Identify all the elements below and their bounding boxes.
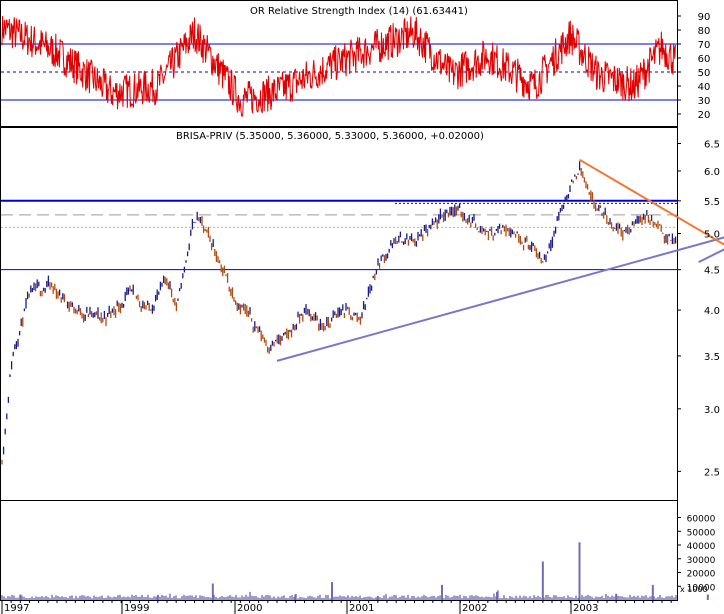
price-tick-label: 6.0 <box>704 167 720 178</box>
price-tick-label: 4.0 <box>704 306 720 317</box>
rsi-title: OR Relative Strength Index (14) (61.6344… <box>250 6 468 17</box>
rsi-tick-label: 70 <box>698 40 711 51</box>
year-label: 2003 <box>573 603 598 614</box>
rsi-tick-label: 50 <box>698 68 711 79</box>
rsi-tick-label: 60 <box>698 54 711 65</box>
year-label: 2002 <box>462 603 487 614</box>
price-series-layer: 2.5 3.0 3.5 4.0 4.5 5.0 5.5 6.0 6.5 <box>1 139 724 478</box>
price-tick-label: 6.5 <box>704 139 720 150</box>
trendline-resistance <box>578 158 724 246</box>
price-tick-label: 4.5 <box>704 266 720 277</box>
price-tick-label: 5.0 <box>704 230 720 241</box>
price-tick-label: 2.5 <box>704 467 720 478</box>
year-label: 2001 <box>349 603 374 614</box>
volume-tick-label: 20000 <box>687 570 716 580</box>
year-label: 2000 <box>237 603 262 614</box>
rsi-series-layer: 20 30 40 50 60 70 80 90 <box>1 12 710 121</box>
axis-layer: 1997 1999 2000 2001 2002 2003 <box>1 600 672 614</box>
volume-tick-label: 10000 <box>687 583 716 593</box>
rsi-tick-label: 90 <box>698 12 711 23</box>
rsi-tick-label: 80 <box>698 26 711 37</box>
price-tick-label: 3.5 <box>704 352 720 363</box>
rsi-tick-label: 30 <box>698 96 711 107</box>
volume-series-layer: 10000 20000 30000 40000 50000 60000 <box>1 515 716 600</box>
price-tick-label: 3.0 <box>704 405 720 416</box>
volume-tick-label: 60000 <box>687 515 716 525</box>
rsi-panel-frame <box>0 0 678 127</box>
year-label: 1999 <box>124 603 149 614</box>
volume-panel-frame <box>0 500 678 601</box>
chart: OR Relative Strength Index (14) (61.6344… <box>0 0 724 614</box>
volume-tick-label: 40000 <box>687 542 716 552</box>
rsi-tick-label: 20 <box>698 110 711 121</box>
year-label: 1997 <box>4 603 29 614</box>
rsi-tick-label: 40 <box>698 82 711 93</box>
rsi-line <box>1 15 676 117</box>
volume-tick-label: 50000 <box>687 528 716 538</box>
volume-tick-label: 30000 <box>687 556 716 566</box>
price-title: BRISA-PRIV (5.35000, 5.36000, 5.33000, 5… <box>176 131 484 142</box>
price-tick-label: 5.5 <box>704 197 720 208</box>
trendline-support <box>276 236 724 362</box>
